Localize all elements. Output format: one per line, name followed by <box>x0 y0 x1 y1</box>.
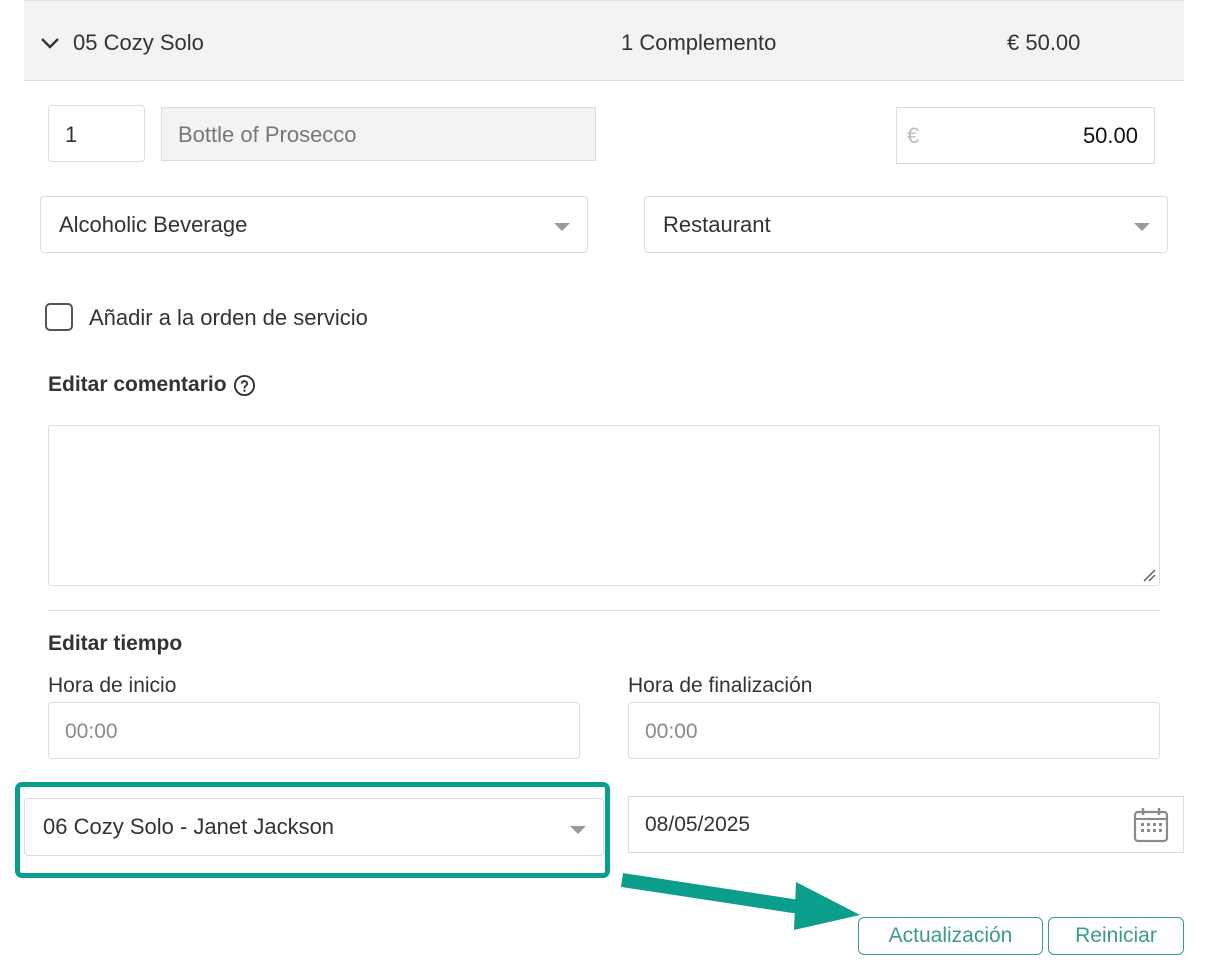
divider <box>48 610 1160 611</box>
room-name: 05 Cozy Solo <box>73 30 204 55</box>
service-order-label[interactable]: Añadir a la orden de servicio <box>89 305 368 331</box>
quantity-input[interactable]: 1 <box>48 105 145 162</box>
department-selected: Restaurant <box>663 212 771 237</box>
end-time-input[interactable]: 00:00 <box>628 702 1160 759</box>
price-value: 50.00 <box>1082 123 1138 148</box>
time-title: Editar tiempo <box>48 632 183 655</box>
item-name-field: Bottle of Prosecco <box>161 107 596 161</box>
currency-symbol: € <box>907 123 920 148</box>
price-input[interactable]: € 50.00 <box>896 107 1155 164</box>
calendar-icon[interactable] <box>1132 806 1170 844</box>
addon-edit-panel: 05 Cozy Solo 1 Complemento € 50.00 1 Bot… <box>0 0 1220 978</box>
resize-grip-icon[interactable] <box>1142 568 1156 582</box>
start-time-input[interactable]: 00:00 <box>48 702 580 759</box>
help-circle-icon[interactable] <box>233 374 256 397</box>
date-value: 08/05/2025 <box>645 813 751 836</box>
highlight-frame <box>15 782 610 878</box>
caret-down-icon <box>1134 223 1150 231</box>
comment-textarea[interactable] <box>48 425 1160 586</box>
category-select[interactable]: Alcoholic Beverage <box>40 196 588 253</box>
arrow-right-icon <box>620 873 860 930</box>
service-order-checkbox[interactable] <box>45 303 73 331</box>
end-time-label: Hora de finalización <box>628 674 813 697</box>
update-button[interactable]: Actualización <box>858 917 1043 955</box>
total-price: € 50.00 <box>1007 30 1081 55</box>
chevron-down-icon[interactable] <box>38 31 62 55</box>
addon-count: 1 Complemento <box>621 30 777 55</box>
caret-down-icon <box>554 223 570 231</box>
comment-title: Editar comentario <box>48 373 227 396</box>
start-time-label: Hora de inicio <box>48 674 177 697</box>
reset-button[interactable]: Reiniciar <box>1048 917 1184 955</box>
date-input[interactable]: 08/05/2025 <box>628 796 1184 853</box>
room-addon-header[interactable]: 05 Cozy Solo 1 Complemento € 50.00 <box>24 0 1184 81</box>
category-selected: Alcoholic Beverage <box>59 212 248 237</box>
department-select[interactable]: Restaurant <box>644 196 1168 253</box>
